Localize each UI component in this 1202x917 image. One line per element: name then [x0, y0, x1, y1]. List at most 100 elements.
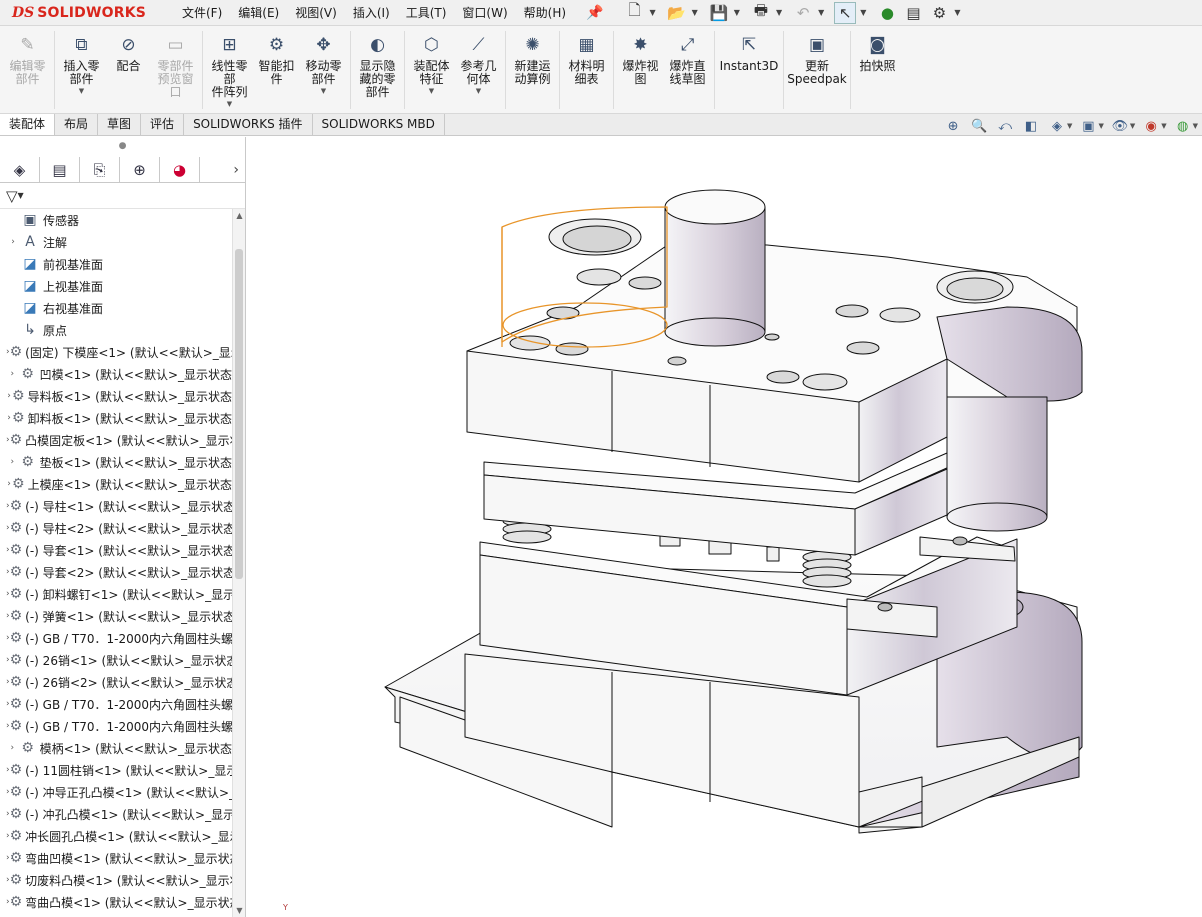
menu-item-2[interactable]: 视图(V) [287, 0, 345, 26]
ribbon-button-insert-component[interactable]: ⧉ 插入零 部件 ▼ [58, 26, 105, 114]
zoom-to-fit-icon[interactable]: ⊕ [943, 117, 963, 135]
expand-arrow-icon[interactable]: › [6, 369, 19, 379]
scroll-down-arrow-icon[interactable]: ▼ [233, 906, 246, 915]
expand-arrow-icon[interactable]: › [6, 743, 19, 753]
display-manager-tab-icon[interactable]: ◕ [160, 157, 200, 182]
tree-item[interactable]: ›⚙冲长圆孔凸模<1> (默认<<默认>_显示状态 [0, 825, 232, 847]
tree-item[interactable]: › ⚙ (-) GB / T70．1-2000内六角圆柱头螺钉 [0, 627, 232, 649]
section-view-icon[interactable]: ◧ [1021, 117, 1041, 135]
ribbon-button-new-motion-study[interactable]: ✺ 新建运 动算例 [509, 26, 556, 114]
chevron-down-icon[interactable]: ▼ [1193, 122, 1198, 130]
chevron-down-icon[interactable]: ▼ [227, 100, 232, 108]
tree-item[interactable]: › A 注解 [0, 231, 232, 253]
tab-4[interactable]: SOLIDWORKS 插件 [184, 114, 313, 135]
scroll-up-arrow-icon[interactable]: ▲ [233, 211, 246, 220]
panel-grip-icon[interactable]: ● [0, 137, 245, 157]
tree-item[interactable]: › ⚙ 卸料板<1> (默认<<默认>_显示状态 [0, 407, 232, 429]
chevron-down-icon[interactable]: ▼ [692, 8, 698, 17]
tree-item[interactable]: › ⚙ (-) 导柱<2> (默认<<默认>_显示状态 [0, 517, 232, 539]
menu-item-4[interactable]: 工具(T) [398, 0, 455, 26]
ribbon-button-component-preview[interactable]: ▭ 零部件 预览窗 口 [152, 26, 199, 114]
tree-item[interactable]: ◪ 前视基准面 [0, 253, 232, 275]
ribbon-button-reference-geometry[interactable]: ⟋ 参考几 何体 ▼ [455, 26, 502, 114]
ribbon-button-smart-fasteners[interactable]: ⚙ 智能扣 件 [253, 26, 300, 114]
tree-item[interactable]: › ⚙ (-) 导套<2> (默认<<默认>_显示状态 [0, 561, 232, 583]
tree-item[interactable]: ↳ 原点 [0, 319, 232, 341]
tree-item[interactable]: ›⚙(固定) 下模座<1> (默认<<默认>_显示状态 [0, 341, 232, 363]
open-folder-icon[interactable]: 📂 [666, 2, 688, 24]
new-document-icon[interactable]: 🗋 [623, 1, 645, 24]
file-properties-icon[interactable]: ▤ [902, 2, 924, 24]
menu-item-6[interactable]: 帮助(H) [516, 0, 574, 26]
feature-manager-tab-icon[interactable]: ◈ [0, 157, 40, 182]
chevron-right-icon[interactable]: › [200, 157, 245, 182]
chevron-down-icon[interactable]: ▼ [79, 87, 84, 95]
scrollbar-thumb[interactable] [235, 249, 243, 579]
hide-show-items-icon[interactable]: 👁 [1110, 117, 1130, 135]
chevron-down-icon[interactable]: ▼ [954, 8, 960, 17]
ribbon-button-edit-component[interactable]: ✎ 编辑零 部件 [4, 26, 51, 114]
tree-item[interactable]: › ⚙ 上模座<1> (默认<<默认>_显示状态 [0, 473, 232, 495]
save-icon[interactable]: 💾 [708, 2, 730, 24]
print-icon[interactable]: 🖶 [750, 1, 772, 24]
die-assembly-model[interactable] [247, 137, 1202, 917]
tab-3[interactable]: 评估 [141, 114, 185, 135]
chevron-down-icon[interactable]: ▼ [429, 87, 434, 95]
ribbon-button-snapshot[interactable]: ◙ 拍快照 [854, 26, 901, 114]
tree-item[interactable]: › ⚙ (-) GB / T70．1-2000内六角圆柱头螺钉 [0, 693, 232, 715]
property-manager-tab-icon[interactable]: ▤ [40, 157, 80, 182]
chevron-down-icon[interactable]: ▼ [649, 8, 655, 17]
filter-icon[interactable]: ▽ [6, 187, 18, 205]
chevron-down-icon[interactable]: ▼ [321, 87, 326, 95]
ribbon-button-bom[interactable]: ▦ 材料明 细表 [563, 26, 610, 114]
tree-filter[interactable]: ▽ ▼ [0, 183, 245, 209]
rebuild-traffic-light-icon[interactable]: ● [876, 2, 898, 24]
chevron-down-icon[interactable]: ▼ [476, 87, 481, 95]
select-cursor-icon[interactable]: ↖ [834, 1, 857, 24]
ribbon-button-speedpak[interactable]: ▣ 更新 Speedpak [787, 26, 847, 114]
ribbon-button-assembly-features[interactable]: ⬡ 装配体 特征 ▼ [408, 26, 455, 114]
ribbon-button-explode-line-sketch[interactable]: ⤢ 爆炸直 线草图 [664, 26, 711, 114]
chevron-down-icon[interactable]: ▼ [818, 8, 824, 17]
chevron-down-icon[interactable]: ▼ [1130, 122, 1135, 130]
tree-item[interactable]: › ⚙ 弯曲凸模<1> (默认<<默认>_显示状态 [0, 891, 232, 913]
menu-item-3[interactable]: 插入(I) [345, 0, 398, 26]
tree-item[interactable]: › ⚙ 导料板<1> (默认<<默认>_显示状态 [0, 385, 232, 407]
tree-item[interactable]: › ⚙ (-) 26销<2> (默认<<默认>_显示状态 [0, 671, 232, 693]
tab-5[interactable]: SOLIDWORKS MBD [313, 114, 445, 135]
tree-item[interactable]: › ⚙ (-) 弹簧<1> (默认<<默认>_显示状态 [0, 605, 232, 627]
menu-item-1[interactable]: 编辑(E) [230, 0, 287, 26]
tab-1[interactable]: 布局 [55, 114, 99, 135]
dimxpert-manager-tab-icon[interactable]: ⊕ [120, 157, 160, 182]
expand-arrow-icon[interactable]: › [6, 457, 19, 467]
chevron-down-icon[interactable]: ▼ [18, 191, 24, 200]
pin-icon[interactable]: 📌 [586, 5, 603, 21]
tree-item[interactable]: › ⚙ (-) 26销<1> (默认<<默认>_显示状态 [0, 649, 232, 671]
menu-item-5[interactable]: 窗口(W) [454, 0, 515, 26]
tree-item[interactable]: › ⚙ 弯曲凹模<1> (默认<<默认>_显示状态 [0, 847, 232, 869]
tab-2[interactable]: 草图 [98, 114, 142, 135]
tab-0[interactable]: 装配体 [0, 114, 56, 135]
tree-item[interactable]: › ⚙ (-) 导柱<1> (默认<<默认>_显示状态 [0, 495, 232, 517]
options-gear-icon[interactable]: ⚙ [928, 2, 950, 24]
tree-item[interactable]: › ⚙ 模柄<1> (默认<<默认>_显示状态 [0, 737, 232, 759]
graphics-viewport[interactable]: Y [247, 137, 1202, 917]
tree-item[interactable]: › ⚙ (-) 导套<1> (默认<<默认>_显示状态 [0, 539, 232, 561]
solidworks-logo[interactable]: DS SOLIDWORKS [0, 0, 160, 26]
chevron-down-icon[interactable]: ▼ [1161, 122, 1166, 130]
edit-appearance-icon[interactable]: ◉ [1141, 117, 1161, 135]
previous-view-icon[interactable]: ⤺ [995, 117, 1015, 135]
ribbon-button-mate[interactable]: ⊘ 配合 [105, 26, 152, 114]
chevron-down-icon[interactable]: ▼ [776, 8, 782, 17]
tree-item[interactable]: › ⚙ 垫板<1> (默认<<默认>_显示状态 [0, 451, 232, 473]
undo-icon[interactable]: ↶ [792, 2, 814, 24]
tree-item[interactable]: › ⚙ 凸模固定板<1> (默认<<默认>_显示状态 [0, 429, 232, 451]
tree-item[interactable]: ›⚙(-) 11圆柱销<1> (默认<<默认>_显示状态 [0, 759, 232, 781]
chevron-down-icon[interactable]: ▼ [860, 8, 866, 17]
tree-scrollbar[interactable]: ▲ ▼ [232, 209, 245, 917]
tree-item[interactable]: ›⚙(-) 冲导正孔凸模<1> (默认<<默认>_显示状态 [0, 781, 232, 803]
expand-arrow-icon[interactable]: › [6, 237, 20, 247]
chevron-down-icon[interactable]: ▼ [1067, 122, 1072, 130]
configuration-manager-tab-icon[interactable]: ⎘ [80, 157, 120, 182]
ribbon-button-linear-pattern[interactable]: ⊞ 线性零部 件阵列 ▼ [206, 26, 253, 114]
